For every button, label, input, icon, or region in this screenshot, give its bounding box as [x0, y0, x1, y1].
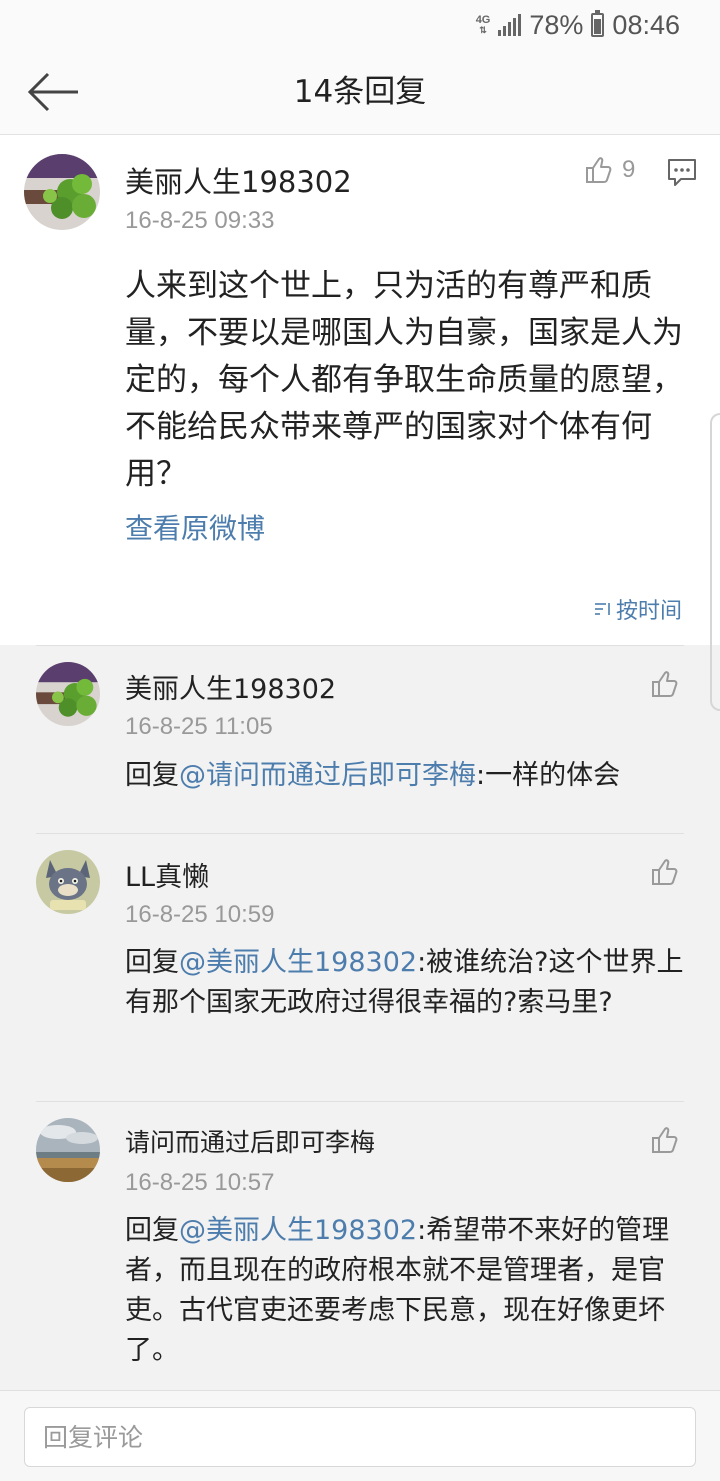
original-comment: 美丽人生198302 16-8-25 09:33 9 人来到这个世上，只为活的有… [0, 135, 720, 645]
reply-item: LL真懒 16-8-25 10:59 回复@美丽人生198302:被谁统治?这个… [0, 833, 720, 1101]
reply-body: 回复@美丽人生198302:被谁统治?这个世界上有那个国家无政府过得很幸福的?索… [125, 943, 685, 1023]
scrollbar[interactable] [710, 413, 720, 711]
avatar-plant-image [36, 662, 100, 726]
like-button[interactable]: 9 [584, 155, 635, 185]
reply-item: 美丽人生198302 16-8-25 11:05 回复@请问而通过后即可李梅:一… [0, 645, 720, 833]
like-button[interactable] [650, 669, 680, 703]
timestamp: 16-8-25 10:57 [125, 1169, 275, 1196]
divider [36, 1101, 684, 1102]
sort-by-time-button[interactable]: 按时间 [594, 593, 682, 625]
top-bar: 14条回复 [0, 50, 720, 135]
comment-button[interactable] [667, 157, 697, 191]
divider [36, 833, 684, 834]
username[interactable]: 美丽人生198302 [125, 667, 336, 706]
status-bar: 4G ⇅ 78% 08:46 [0, 0, 720, 50]
avatar-cat-image [36, 850, 100, 914]
reply-content: :一样的体会 [476, 760, 621, 791]
thumbs-up-icon [652, 1127, 678, 1153]
comment-icon [668, 159, 696, 186]
battery-percent: 78% [529, 9, 584, 40]
username[interactable]: 美丽人生198302 [125, 159, 352, 201]
timestamp: 16-8-25 10:59 [125, 901, 275, 928]
reply-prefix: 回复 [125, 947, 179, 978]
reply-item: 请问而通过后即可李梅 16-8-25 10:57 回复@美丽人生198302:希… [0, 1101, 720, 1390]
like-button[interactable] [650, 1125, 680, 1159]
clock: 08:46 [612, 9, 680, 40]
reply-body: 回复@美丽人生198302:希望带不来好的管理者，而且现在的政府根本就不是管理者… [125, 1211, 685, 1371]
avatar-landscape-image [36, 1118, 100, 1182]
mention-link[interactable]: @美丽人生198302 [179, 947, 417, 978]
reply-prefix: 回复 [125, 760, 179, 791]
like-button[interactable] [650, 857, 680, 891]
back-button[interactable] [26, 70, 82, 114]
sort-icon [594, 603, 610, 615]
timestamp: 16-8-25 11:05 [125, 713, 273, 740]
divider [36, 645, 684, 646]
mention-link[interactable]: @美丽人生198302 [179, 1215, 417, 1246]
reply-prefix: 回复 [125, 1215, 179, 1246]
view-original-link[interactable]: 查看原微博 [125, 507, 265, 547]
signal-icon [498, 14, 522, 36]
avatar[interactable] [36, 662, 100, 726]
status-icons: 4G ⇅ 78% 08:46 [476, 8, 680, 42]
sort-label: 按时间 [615, 599, 682, 624]
reply-body: 回复@请问而通过后即可李梅:一样的体会 [125, 756, 685, 796]
mention-link[interactable]: @请问而通过后即可李梅 [179, 760, 476, 791]
network-4g-icon: 4G ⇅ [475, 14, 491, 36]
thumbs-up-icon [652, 671, 678, 697]
username[interactable]: 请问而通过后即可李梅 [125, 1123, 375, 1159]
avatar[interactable] [36, 850, 100, 914]
thumbs-up-icon [652, 859, 678, 885]
battery-icon [591, 10, 605, 37]
network-label: 4G [475, 14, 491, 26]
avatar-plant-image [24, 154, 100, 230]
reply-composer [0, 1390, 720, 1481]
avatar[interactable] [24, 154, 100, 230]
arrow-left-icon [27, 72, 78, 112]
reply-input[interactable] [24, 1407, 696, 1467]
like-count: 9 [622, 156, 636, 183]
thumbs-up-icon [586, 157, 612, 183]
comment-body: 人来到这个世上，只为活的有尊严和质量，不要以是哪国人为自豪，国家是人为定的，每个… [125, 268, 683, 492]
page-title: 14条回复 [293, 74, 427, 110]
username[interactable]: LL真懒 [125, 855, 209, 894]
timestamp: 16-8-25 09:33 [125, 207, 275, 234]
avatar[interactable] [36, 1118, 100, 1182]
